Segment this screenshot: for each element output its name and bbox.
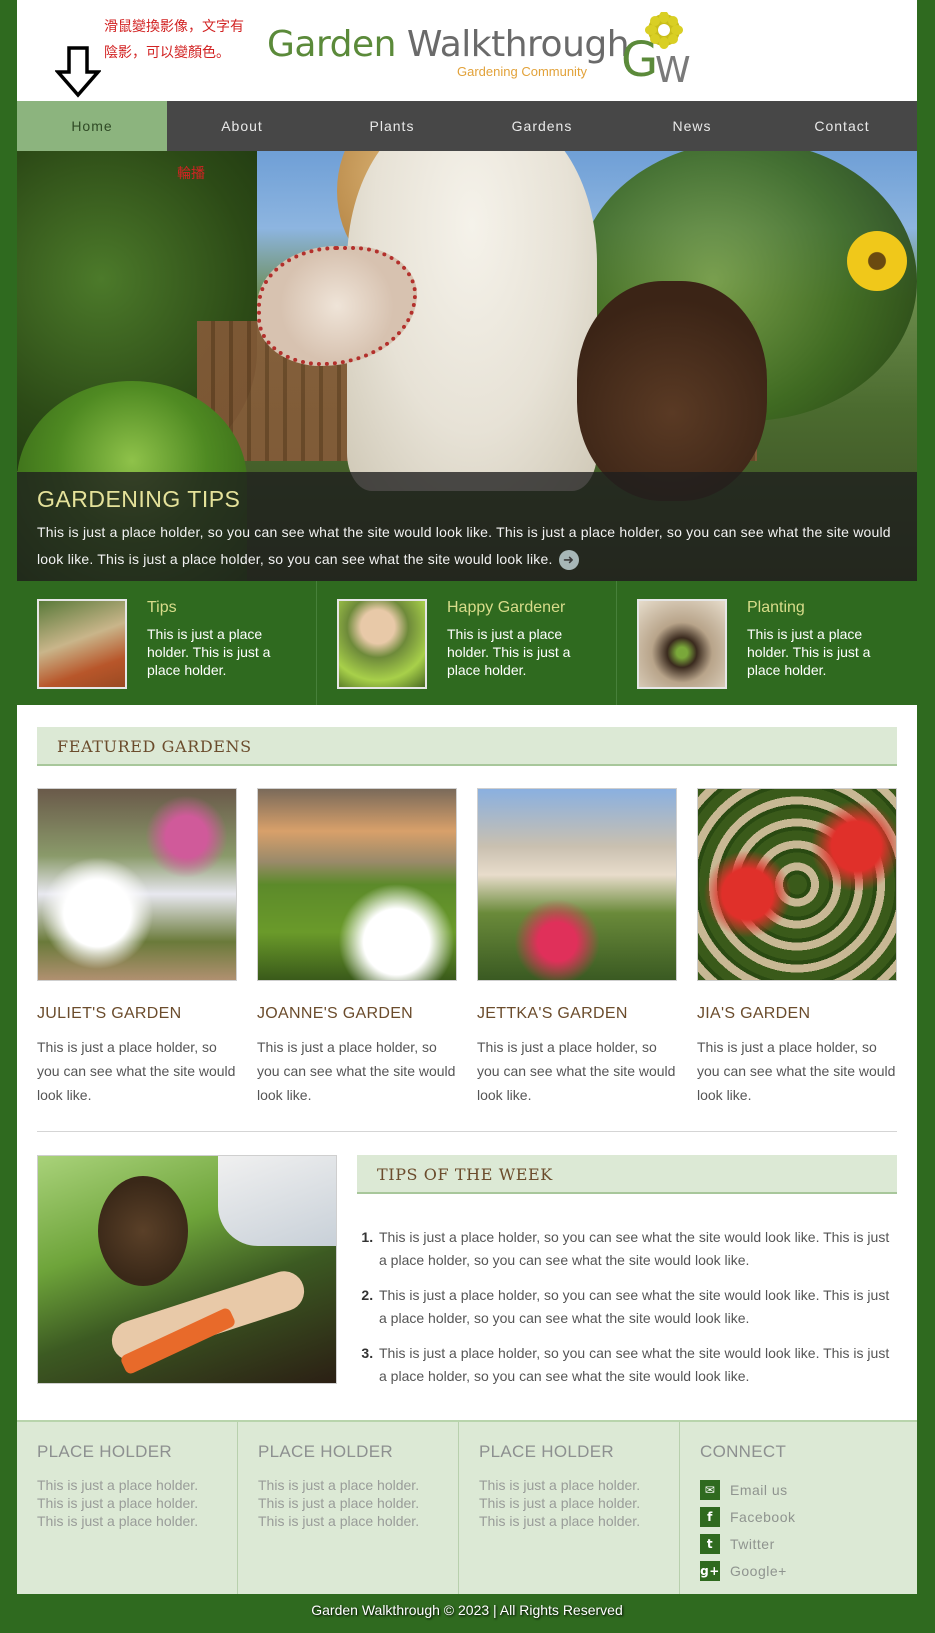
garden-image-joanne[interactable] — [257, 788, 457, 981]
footer-line: This is just a place holder. — [479, 1513, 641, 1529]
nav-gardens[interactable]: Gardens — [467, 101, 617, 151]
google-plus-icon: g+ — [700, 1560, 720, 1581]
main-nav: Home About Plants Gardens News Contact — [17, 101, 917, 151]
garden-card: JOANNE'S GARDEN This is just a place hol… — [257, 788, 457, 1107]
garden-name[interactable]: JIA'S GARDEN — [697, 1005, 897, 1023]
logo-w: W — [655, 50, 691, 84]
email-icon: ✉ — [700, 1479, 720, 1500]
feature-strip: Tips This is just a place holder. This i… — [17, 581, 917, 705]
footer-line: This is just a place holder. — [258, 1513, 420, 1529]
feature-text: This is just a place holder. This is jus… — [447, 626, 571, 678]
hero-carousel[interactable]: 輪播 GARDENING TIPS This is just a place h… — [17, 151, 917, 581]
feature-text: This is just a place holder. This is jus… — [147, 626, 271, 678]
footer-heading: PLACE HOLDER — [37, 1442, 172, 1461]
footer-line: This is just a place holder. — [479, 1477, 641, 1493]
connect-label: Email us — [730, 1481, 788, 1498]
arrow-down-icon — [55, 46, 101, 98]
tips-list: This is just a place holder, so you can … — [357, 1226, 897, 1388]
garden-name[interactable]: JOANNE'S GARDEN — [257, 1005, 457, 1023]
site-title-gray: Walkthrough — [395, 24, 630, 65]
tips-heading: TIPS OF THE WEEK — [357, 1155, 897, 1194]
nav-plants[interactable]: Plants — [317, 101, 467, 151]
feature-tips[interactable]: Tips This is just a place holder. This i… — [17, 581, 317, 705]
footer-line: This is just a place holder. — [37, 1495, 199, 1511]
feature-planting[interactable]: Planting This is just a place holder. Th… — [617, 581, 917, 705]
connect-email-link[interactable]: ✉ Email us — [700, 1476, 916, 1503]
facebook-icon: f — [700, 1506, 720, 1527]
garden-card: JIA'S GARDEN This is just a place holder… — [697, 788, 897, 1107]
tips-image[interactable] — [37, 1155, 337, 1384]
hero-heading: GARDENING TIPS — [37, 486, 241, 512]
garden-text: This is just a place holder, so you can … — [257, 1039, 456, 1103]
hero-text-body: This is just a place holder, so you can … — [37, 524, 891, 567]
footer-line: This is just a place holder. — [37, 1513, 199, 1529]
hero-sunflower — [847, 231, 907, 291]
nav-about[interactable]: About — [167, 101, 317, 151]
garden-name[interactable]: JETTKA'S GARDEN — [477, 1005, 677, 1023]
copyright: Garden Walkthrough © 2023 | All Rights R… — [311, 1602, 623, 1618]
annotation-note: 滑鼠變換影像，文字有陰影，可以變顏色。 — [104, 19, 244, 61]
garden-image-jia[interactable] — [697, 788, 897, 981]
garden-card: JETTKA'S GARDEN This is just a place hol… — [477, 788, 677, 1107]
connect-facebook-link[interactable]: f Facebook — [700, 1503, 916, 1530]
tip-item: This is just a place holder, so you can … — [377, 1226, 897, 1272]
garden-text: This is just a place holder, so you can … — [477, 1039, 676, 1103]
carousel-label: 輪播 — [177, 166, 205, 182]
connect-google-plus-link[interactable]: g+ Google+ — [700, 1557, 916, 1584]
tips-body: TIPS OF THE WEEK This is just a place ho… — [357, 1155, 897, 1400]
garden-name[interactable]: JULIET'S GARDEN — [37, 1005, 237, 1023]
featured-gardens-heading: FEATURED GARDENS — [37, 727, 897, 766]
site-title[interactable]: Garden Walkthrough — [267, 24, 630, 65]
nav-contact[interactable]: Contact — [767, 101, 917, 151]
footer-heading: PLACE HOLDER — [479, 1442, 614, 1461]
footer-column: PLACE HOLDER This is just a place holder… — [238, 1422, 459, 1594]
garden-text: This is just a place holder, so you can … — [37, 1039, 236, 1103]
connect-label: Facebook — [730, 1508, 796, 1525]
twitter-icon: t — [700, 1533, 720, 1554]
garden-text: This is just a place holder, so you can … — [697, 1039, 896, 1103]
site-logo[interactable]: G W — [621, 12, 701, 84]
tip-item: This is just a place holder, so you can … — [377, 1342, 897, 1388]
nav-news[interactable]: News — [617, 101, 767, 151]
garden-image-jettka[interactable] — [477, 788, 677, 981]
feature-thumb-planting[interactable] — [637, 599, 727, 689]
site-title-green: Garden — [267, 24, 396, 65]
feature-title[interactable]: Planting — [747, 599, 887, 617]
feature-thumb-tips[interactable] — [37, 599, 127, 689]
logo-g: G — [621, 32, 658, 84]
page: 滑鼠變換影像，文字有陰影，可以變顏色。 Garden Walkthrough G… — [17, 0, 917, 1627]
garden-card: JULIET'S GARDEN This is just a place hol… — [37, 788, 237, 1107]
hero-caption: GARDENING TIPS This is just a place hold… — [17, 472, 917, 581]
connect-heading: CONNECT — [700, 1442, 787, 1461]
footer-column: PLACE HOLDER This is just a place holder… — [17, 1422, 238, 1594]
connect-label: Google+ — [730, 1562, 787, 1579]
footer-line: This is just a place holder. — [258, 1477, 420, 1493]
feature-text: This is just a place holder. This is jus… — [747, 626, 871, 678]
section-divider — [37, 1131, 897, 1132]
connect-twitter-link[interactable]: t Twitter — [700, 1530, 916, 1557]
footer-line: This is just a place holder. — [37, 1477, 199, 1493]
arrow-right-icon[interactable]: ➜ — [558, 550, 579, 571]
site-header: 滑鼠變換影像，文字有陰影，可以變顏色。 Garden Walkthrough G… — [17, 0, 917, 101]
footer-line: This is just a place holder. — [258, 1495, 420, 1511]
tips-section: TIPS OF THE WEEK This is just a place ho… — [37, 1155, 897, 1400]
garden-image-juliet[interactable] — [37, 788, 237, 981]
footer-column: PLACE HOLDER This is just a place holder… — [459, 1422, 680, 1594]
tip-item: This is just a place holder, so you can … — [377, 1284, 897, 1330]
featured-gardens-list: JULIET'S GARDEN This is just a place hol… — [37, 788, 897, 1107]
connect-label: Twitter — [730, 1535, 775, 1552]
site-footer: PLACE HOLDER This is just a place holder… — [17, 1420, 917, 1594]
feature-thumb-happy-gardener[interactable] — [337, 599, 427, 689]
main-content: FEATURED GARDENS JULIET'S GARDEN This is… — [17, 705, 917, 1420]
feature-title[interactable]: Happy Gardener — [447, 599, 587, 617]
footer-line: This is just a place holder. — [479, 1495, 641, 1511]
feature-title[interactable]: Tips — [147, 599, 287, 617]
nav-home[interactable]: Home — [17, 101, 167, 151]
hero-text: This is just a place holder, so you can … — [37, 519, 897, 573]
feature-happy-gardener[interactable]: Happy Gardener This is just a place hold… — [317, 581, 617, 705]
footer-heading: PLACE HOLDER — [258, 1442, 393, 1461]
site-subtitle: Gardening Community — [457, 64, 588, 79]
hero-root-ball — [577, 281, 767, 501]
footer-connect: CONNECT ✉ Email us f Facebook t Twitter … — [680, 1422, 916, 1594]
